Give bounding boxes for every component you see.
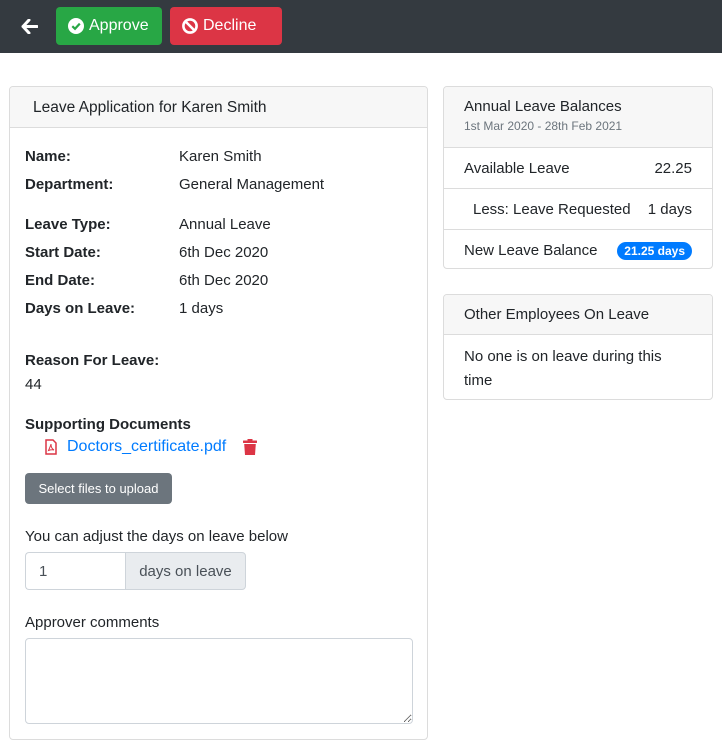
- field-end-date: End Date: 6th Dec 2020: [25, 271, 268, 291]
- select-files-button[interactable]: Select files to upload: [25, 473, 172, 504]
- balance-value: 22.25: [654, 159, 692, 177]
- other-employees-header: Other Employees On Leave: [444, 295, 712, 335]
- balance-row-available: Available Leave 22.25: [444, 148, 712, 189]
- balance-row-requested: Less: Leave Requested 1 days: [444, 189, 712, 230]
- field-label: Days on Leave:: [25, 300, 136, 317]
- balances-period: 1st Mar 2020 - 28th Feb 2021: [464, 119, 623, 133]
- field-value: Annual Leave: [179, 216, 271, 233]
- days-on-leave-input[interactable]: [25, 552, 125, 590]
- other-employees-message: No one is on leave during this time: [464, 348, 662, 389]
- field-label: Name:: [25, 148, 71, 165]
- balance-label: New Leave Balance: [464, 242, 598, 259]
- leave-application-card: Leave Application for Karen Smith Name: …: [9, 86, 428, 740]
- field-value: 1 days: [179, 300, 224, 317]
- field-value: 6th Dec 2020: [179, 244, 269, 261]
- approve-label: Approve: [89, 17, 149, 34]
- field-start-date: Start Date: 6th Dec 2020: [25, 243, 268, 263]
- balance-row-new: New Leave Balance 21.25 days: [444, 230, 712, 268]
- field-value: 6th Dec 2020: [179, 272, 269, 289]
- balance-label: Less: Leave Requested: [473, 200, 631, 218]
- balance-value: 1 days: [647, 200, 692, 218]
- arrow-left-icon: [21, 18, 38, 34]
- application-header: Leave Application for Karen Smith: [10, 87, 427, 128]
- field-days-on-leave: Days on Leave: 1 days: [25, 299, 223, 319]
- field-label: Start Date:: [25, 244, 101, 261]
- field-value: Karen Smith: [179, 148, 262, 165]
- days-input-group: days on leave: [25, 552, 246, 590]
- ban-icon: [182, 18, 198, 34]
- supporting-documents-label: Supporting Documents: [25, 416, 191, 433]
- check-circle-icon: [68, 18, 84, 34]
- field-label: Department:: [25, 176, 114, 193]
- approver-comments-textarea[interactable]: [25, 638, 413, 724]
- document-item: Doctors_certificate.pdf: [45, 438, 258, 456]
- decline-button[interactable]: Decline: [170, 7, 282, 45]
- field-label: End Date:: [25, 272, 96, 289]
- file-pdf-icon: [45, 439, 57, 455]
- adjust-days-label: You can adjust the days on leave below: [25, 528, 288, 545]
- other-employees-card: Other Employees On Leave No one is on le…: [443, 294, 713, 400]
- field-leave-type: Leave Type: Annual Leave: [25, 215, 271, 235]
- balances-title: Annual Leave Balances: [464, 98, 622, 115]
- document-link[interactable]: Doctors_certificate.pdf: [67, 438, 226, 456]
- leave-balances-card: Annual Leave Balances 1st Mar 2020 - 28t…: [443, 86, 713, 269]
- approver-comments-label: Approver comments: [25, 614, 160, 631]
- balances-header: Annual Leave Balances 1st Mar 2020 - 28t…: [444, 87, 712, 148]
- reason-label: Reason For Leave:: [25, 352, 160, 369]
- decline-label: Decline: [203, 17, 257, 34]
- top-toolbar: Approve Decline: [0, 0, 722, 53]
- new-balance-badge: 21.25 days: [617, 241, 692, 260]
- approve-button[interactable]: Approve: [56, 7, 162, 45]
- field-label: Leave Type:: [25, 216, 111, 233]
- back-button[interactable]: [18, 14, 40, 38]
- trash-icon[interactable]: [243, 439, 258, 455]
- balance-label: Available Leave: [464, 159, 570, 177]
- field-value: General Management: [179, 176, 325, 193]
- days-addon: days on leave: [125, 552, 246, 590]
- reason-value: 44: [25, 376, 42, 393]
- field-name: Name: Karen Smith: [25, 147, 262, 167]
- field-department: Department: General Management: [25, 175, 324, 195]
